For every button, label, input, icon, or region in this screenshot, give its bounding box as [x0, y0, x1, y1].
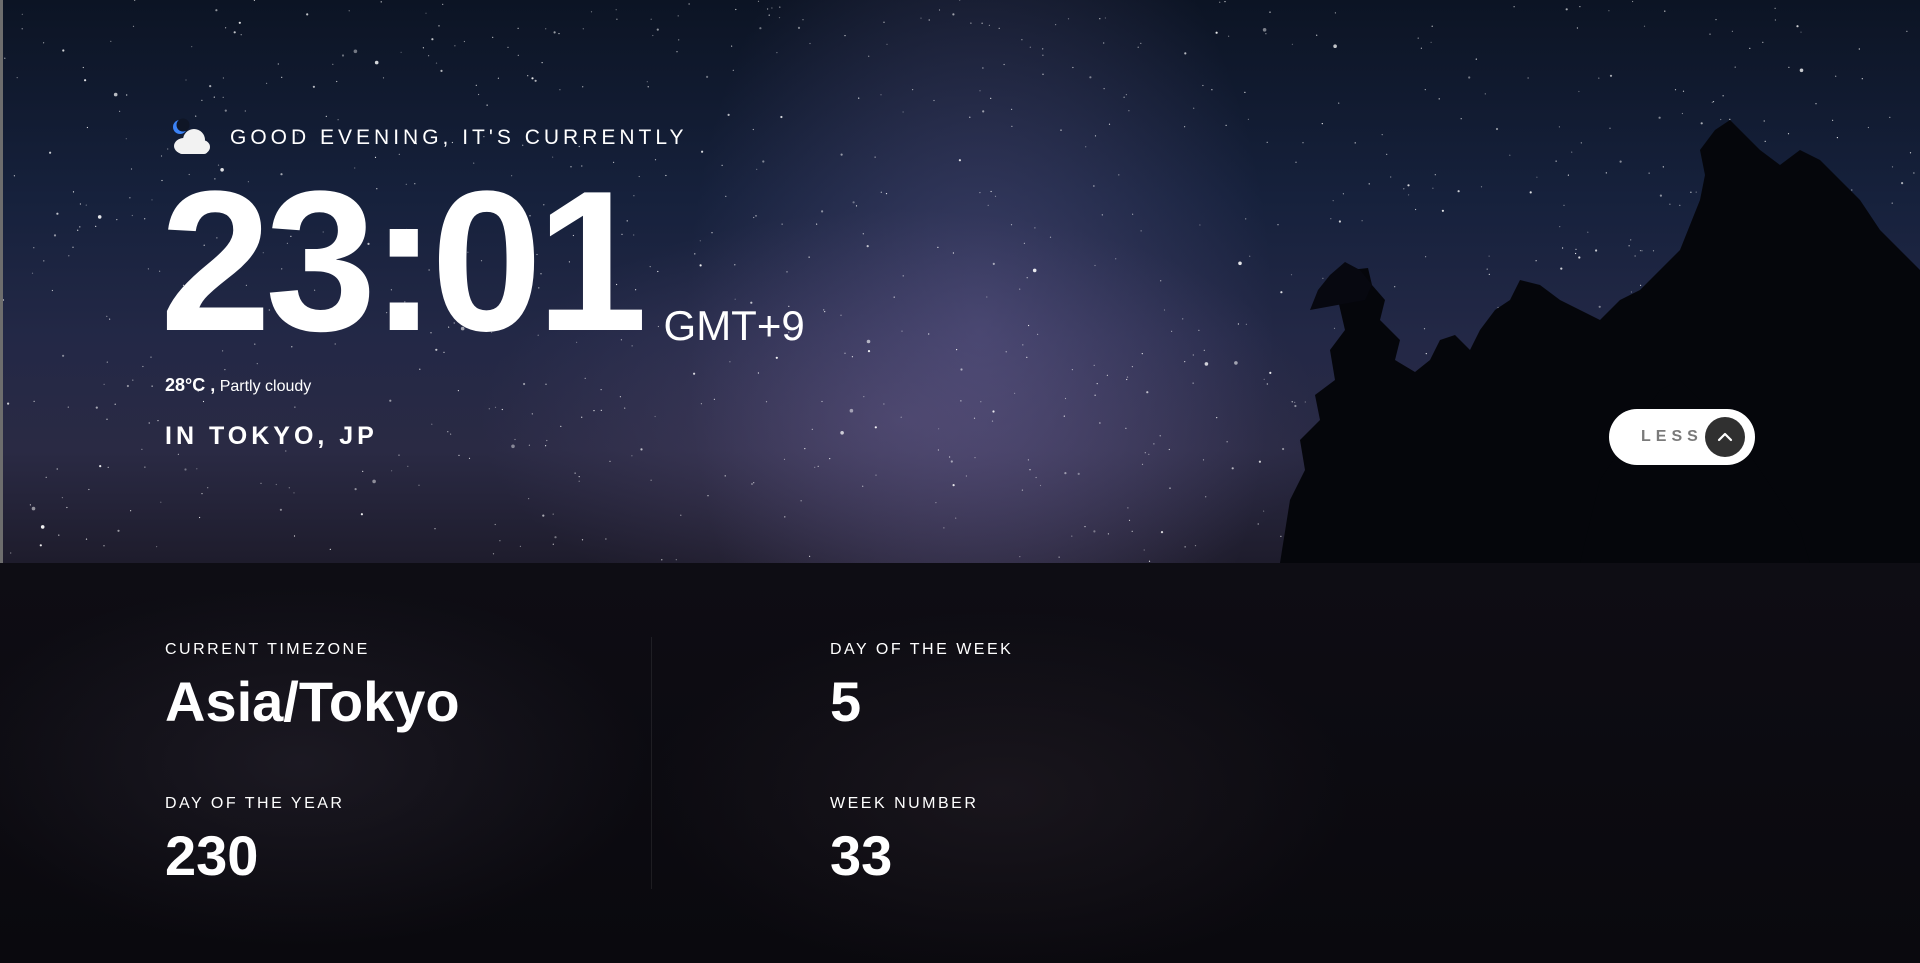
current-timezone-label: CURRENT TIMEZONE [165, 641, 370, 658]
day-of-week-label: DAY OF THE WEEK [830, 641, 1014, 658]
timezone-abbreviation: GMT+9 [663, 302, 805, 349]
week-number: WEEK NUMBER 33 [830, 795, 978, 888]
less-toggle-button[interactable]: LESS [1609, 409, 1755, 465]
clock-app: GOOD EVENING, IT'S CURRENTLY 23:01 GMT+9… [0, 0, 1920, 963]
greeting-text: GOOD EVENING, IT'S CURRENTLY [230, 126, 688, 149]
weather-summary: 28°C , Partly cloudy [165, 375, 311, 396]
week-number-label: WEEK NUMBER [830, 795, 979, 812]
day-of-week-value: 5 [830, 670, 862, 733]
details-divider [651, 637, 652, 889]
toggle-label: LESS [1641, 428, 1703, 445]
chevron-up-icon[interactable] [1705, 417, 1745, 457]
clock-time: 23:01 [160, 150, 648, 373]
day-of-year-value: 230 [165, 824, 259, 887]
clock-display: 23:01 GMT+9 [160, 162, 805, 362]
left-edge-line [0, 0, 3, 563]
current-timezone: CURRENT TIMEZONE Asia/Tokyo [165, 641, 460, 734]
week-number-value: 33 [830, 824, 893, 887]
weather-condition: Partly cloudy [219, 378, 312, 395]
day-of-year: DAY OF THE YEAR 230 [165, 795, 344, 888]
temperature: 28°C , [165, 375, 216, 395]
location: IN TOKYO, JP [165, 422, 378, 450]
details-panel: CURRENT TIMEZONE Asia/Tokyo DAY OF THE W… [0, 563, 1920, 963]
day-of-week: DAY OF THE WEEK 5 [830, 641, 1013, 734]
hero-section: GOOD EVENING, IT'S CURRENTLY 23:01 GMT+9… [0, 0, 1920, 563]
day-of-year-label: DAY OF THE YEAR [165, 795, 345, 812]
current-timezone-value: Asia/Tokyo [165, 670, 460, 733]
